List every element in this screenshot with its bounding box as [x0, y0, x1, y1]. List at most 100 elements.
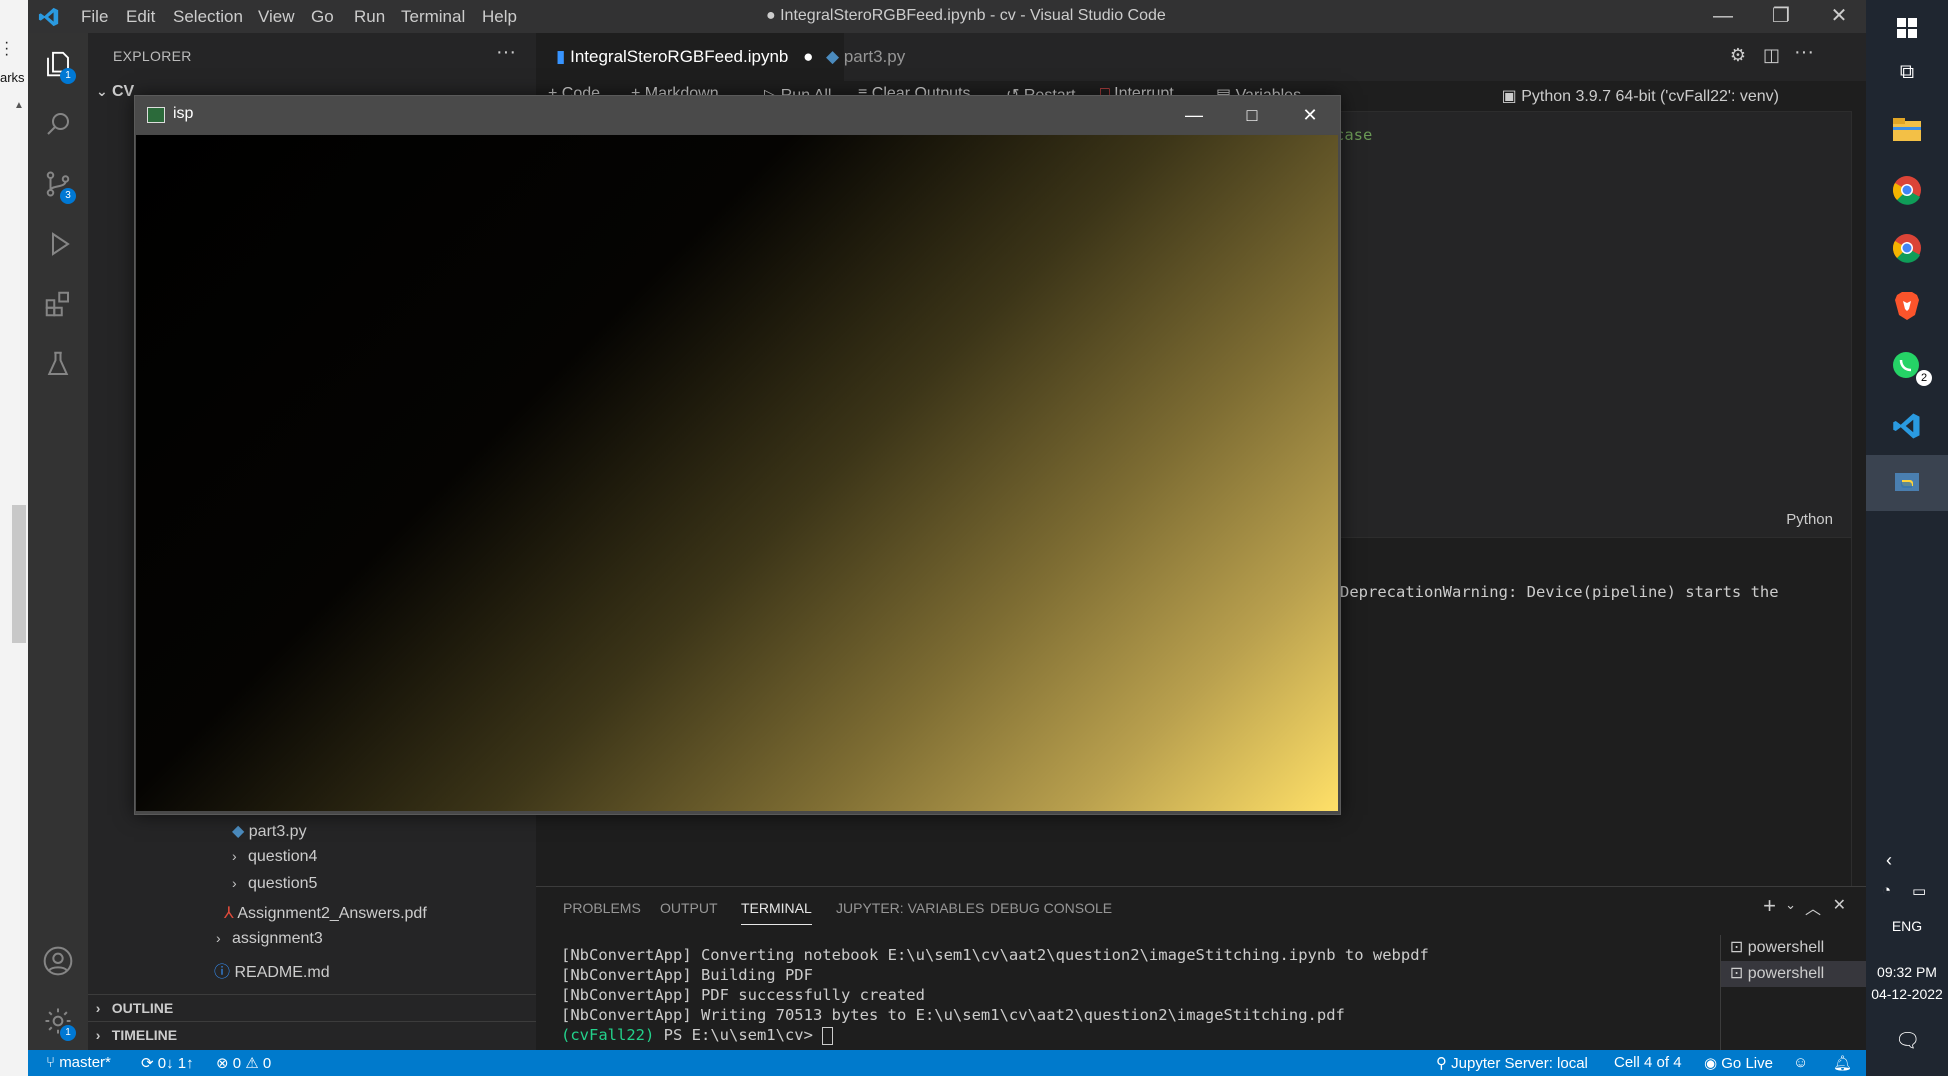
notifications-bell-icon[interactable]: 🔔︎ [1833, 1054, 1852, 1072]
more-actions-icon[interactable]: ··· [496, 41, 516, 64]
terminal-item[interactable]: ⊡ powershell [1721, 935, 1866, 961]
isp-maximize-button[interactable]: □ [1223, 96, 1281, 134]
isp-window: isp — □ ✕ [134, 95, 1341, 815]
menu-view[interactable]: View [258, 7, 295, 27]
explorer-icon[interactable]: 1 [28, 36, 88, 92]
chevron-right-icon: › [95, 1027, 101, 1043]
feedback-icon[interactable]: ☺ [1793, 1054, 1808, 1071]
error-icon: ⊗ [216, 1055, 229, 1072]
notification-center-icon[interactable]: 🗨︎ [1895, 1028, 1920, 1053]
error-count: 0 [232, 1055, 242, 1072]
folder-root[interactable]: ⌄ CV [96, 83, 134, 101]
whatsapp-icon[interactable]: 2 [1866, 338, 1948, 394]
clock-date[interactable]: 04-12-2022 [1866, 986, 1948, 1002]
menu-run[interactable]: Run [354, 7, 385, 27]
python-file-icon: ◆ [232, 823, 245, 840]
vscode-taskbar-icon[interactable] [1866, 398, 1948, 454]
source-control-icon[interactable]: 3 [28, 156, 88, 212]
split-editor-icon[interactable]: ◫ [1763, 45, 1780, 66]
menu-help[interactable]: Help [482, 7, 517, 27]
clock-time[interactable]: 09:32 PM [1866, 964, 1948, 980]
terminal-item-active[interactable]: ⊡ powershell [1721, 961, 1866, 987]
isp-window-title: isp [173, 105, 194, 122]
menu-selection[interactable]: Selection [173, 7, 243, 27]
more-actions-icon[interactable]: ··· [1794, 41, 1814, 64]
file-explorer-icon[interactable] [1866, 102, 1948, 158]
broadcast-icon: ◉ [1704, 1055, 1718, 1072]
restore-button[interactable]: ❐ [1755, 0, 1807, 33]
tab-debug-console[interactable]: DEBUG CONSOLE [990, 900, 1112, 916]
account-icon[interactable] [28, 933, 88, 989]
folder-assignment3[interactable]: › assignment3 [216, 930, 323, 948]
minimize-button[interactable]: — [1697, 0, 1749, 33]
kebab-icon[interactable]: · · · [4, 35, 9, 63]
terminal-icon: ⊡ [1729, 939, 1744, 956]
new-terminal-icon[interactable]: + [1763, 893, 1776, 919]
menu-go[interactable]: Go [311, 7, 334, 27]
isp-image-canvas [136, 135, 1338, 811]
isp-close-button[interactable]: ✕ [1281, 96, 1339, 134]
isp-minimize-button[interactable]: — [1165, 96, 1223, 134]
scrollbar-thumb[interactable] [12, 505, 26, 643]
notebook-file-icon: ▮ [556, 47, 566, 66]
go-live-button[interactable]: ◉ Go Live [1704, 1054, 1773, 1072]
menu-file[interactable]: File [81, 7, 108, 27]
settings-icon[interactable]: ⚙ [1730, 45, 1746, 66]
close-button[interactable]: ✕ [1813, 0, 1865, 33]
close-panel-icon[interactable]: ✕ [1833, 895, 1846, 915]
python-app-icon[interactable] [1866, 455, 1948, 511]
editor-scrollbar[interactable] [1851, 111, 1866, 886]
problems-indicator[interactable]: ⊗ 0 ⚠ 0 [216, 1054, 271, 1072]
folder-question4[interactable]: › question4 [232, 848, 317, 866]
menu-terminal[interactable]: Terminal [401, 7, 465, 27]
folder-question5-label: question5 [248, 875, 318, 892]
settings-gear-icon[interactable]: 1 [28, 993, 88, 1049]
chevron-left-icon[interactable]: ‹ [1886, 850, 1892, 871]
folder-question5[interactable]: › question5 [232, 875, 317, 893]
tab-output[interactable]: OUTPUT [660, 900, 718, 916]
wifi-icon[interactable]: ◔ [1882, 882, 1891, 899]
branch-indicator[interactable]: ⑂ master* [46, 1054, 111, 1071]
maximize-panel-icon[interactable]: ︿ [1805, 895, 1821, 919]
explorer-header: EXPLORER [113, 48, 192, 64]
task-view-icon[interactable]: ⧉ [1866, 44, 1948, 100]
terminal-output[interactable]: [NbConvertApp] Converting notebook E:\u\… [561, 945, 1429, 1045]
file-readme[interactable]: ⓘ README.md [214, 958, 330, 982]
cell-indicator[interactable]: Cell 4 of 4 [1614, 1054, 1682, 1071]
menu-edit[interactable]: Edit [126, 7, 155, 27]
chrome-icon[interactable] [1866, 162, 1948, 218]
terminal-line: [NbConvertApp] Writing 70513 bytes to E:… [561, 1006, 1345, 1024]
folder-root-label: CV [112, 83, 135, 100]
jupyter-server-indicator[interactable]: ⚲ Jupyter Server: local [1436, 1054, 1588, 1072]
python-file-icon: ◆ [826, 47, 840, 66]
search-icon[interactable] [28, 96, 88, 152]
file-readme-label: README.md [234, 964, 330, 981]
run-debug-icon[interactable] [28, 216, 88, 272]
tab-terminal[interactable]: TERMINAL [741, 900, 812, 925]
outline-section[interactable]: › OUTLINE [88, 994, 536, 1022]
tab-integral-notebook[interactable]: ▮ IntegralSteroRGBFeed.ipynb ● [536, 33, 844, 81]
chrome-profile-icon[interactable] [1866, 220, 1948, 276]
kernel-picker[interactable]: ▣ Python 3.9.7 64-bit ('cvFall22': venv) [1502, 86, 1779, 106]
chevron-down-icon[interactable]: ⌄ [1785, 897, 1796, 913]
bottom-panel: PROBLEMS OUTPUT TERMINAL JUPYTER: VARIAB… [536, 886, 1866, 1051]
file-assignment2-answers[interactable]: ⅄ Assignment2_Answers.pdf [224, 903, 427, 923]
isp-title-bar[interactable]: isp — □ ✕ [135, 96, 1340, 134]
testing-icon[interactable] [28, 336, 88, 392]
scroll-up-icon[interactable]: ▲ [14, 100, 24, 111]
explorer-badge: 1 [60, 68, 76, 84]
timeline-section[interactable]: › TIMELINE [88, 1021, 536, 1049]
cell-language-label[interactable]: Python [1786, 511, 1833, 528]
brave-icon[interactable] [1866, 278, 1948, 334]
battery-icon[interactable]: ▭ [1912, 882, 1926, 900]
file-part3[interactable]: ◆ part3.py [232, 821, 307, 841]
sync-indicator[interactable]: ⟳ 0↓ 1↑ [141, 1054, 194, 1072]
prompt-env: (cvFall22) [561, 1026, 655, 1044]
tab-part3[interactable]: ◆ part3.py [806, 33, 925, 81]
title-bar: File Edit Selection View Go Run Terminal… [28, 0, 1866, 33]
tab-jupyter-variables[interactable]: JUPYTER: VARIABLES [836, 900, 984, 916]
tab-problems[interactable]: PROBLEMS [563, 900, 641, 916]
kernel-icon: ▣ [1501, 88, 1517, 105]
extensions-icon[interactable] [28, 276, 88, 332]
language-indicator[interactable]: ENG [1866, 918, 1948, 934]
